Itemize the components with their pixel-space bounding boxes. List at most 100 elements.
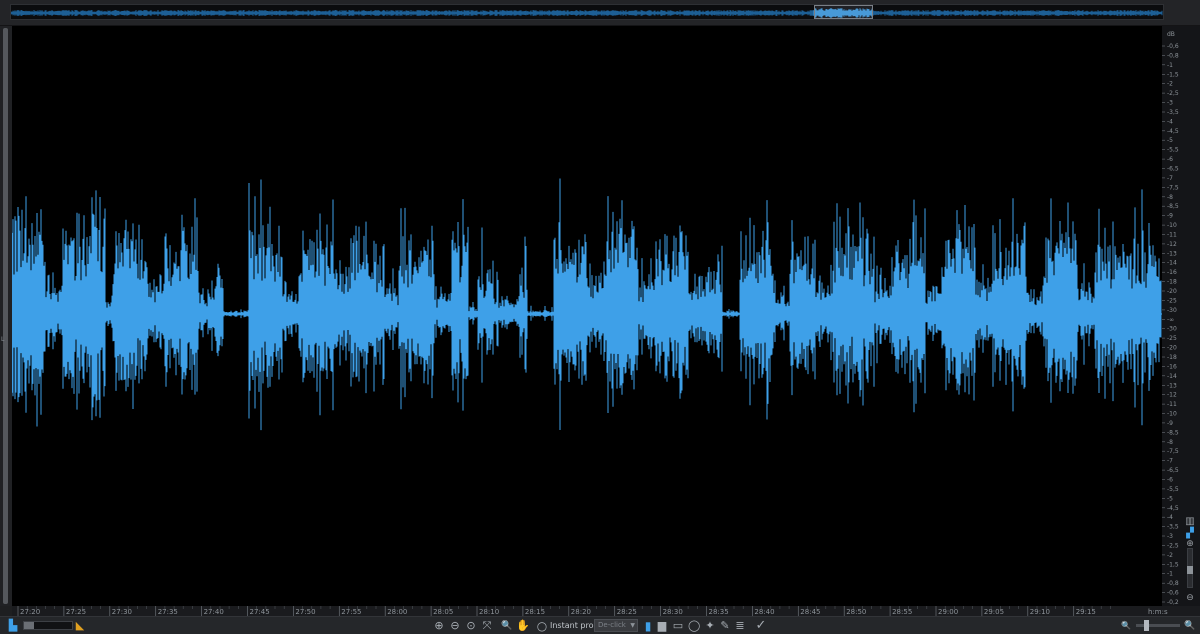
vertical-zoom-thumb[interactable] [1187,565,1193,574]
db-tick-label: -4 [1167,118,1173,125]
overview-waveform-path [10,10,1163,16]
db-tick-label: -13 [1167,382,1177,389]
instant-process-toggle-icon[interactable]: ○ [536,619,548,633]
time-tick-label: 28:20 [571,608,591,616]
vertical-zoom-slider[interactable] [1187,548,1193,588]
magic-wand-icon[interactable]: ✦ [704,619,716,633]
db-tick-label: -8 [1167,194,1173,201]
time-frequency-select-icon[interactable]: ▮ [643,619,653,633]
zoom-out-vertical-icon[interactable]: ⊖ [1183,592,1197,604]
time-tick-label: 28:35 [709,608,729,616]
brush-select-icon[interactable]: ✎ [719,619,731,633]
db-tick-label: -14 [1167,373,1177,380]
db-tick-label: -30 [1167,326,1177,333]
db-tick-label: -9 [1167,213,1173,220]
zoom-fit-icon[interactable]: ⤧ [480,619,494,633]
db-tick-label: -2,5 [1167,543,1179,550]
db-tick-label: -2 [1167,552,1173,559]
chevron-down-icon: ▼ [630,622,635,629]
horizontal-zoom-thumb[interactable] [1143,620,1149,631]
magnifier-tool-icon[interactable]: 🔍 [500,619,514,633]
time-tick-label: 27:30 [112,608,132,616]
db-tick-label: -7,5 [1167,184,1179,191]
time-ruler[interactable]: h:m:s 27:20 27:25 27:30 27:35 27:40 27:45 27:5… [12,606,1200,616]
db-tick-label: -0,8 [1167,52,1179,59]
db-tick-label: -30 [1167,307,1177,314]
time-tick-label: 28:55 [892,608,912,616]
db-tick-label: -25 [1167,335,1177,342]
db-tick-label: -20 [1167,288,1177,295]
db-tick-label: -18 [1167,354,1177,361]
apply-check-icon[interactable]: ✓ [754,619,768,633]
left-gutter: L [0,26,12,606]
db-tick-label: -20 [1167,345,1177,352]
horizontal-zoom-track[interactable] [23,621,73,630]
waveform-view[interactable] [12,26,1162,606]
db-tick-label: -4,5 [1167,505,1179,512]
bottom-toolbar: ▙ ◣ ⊕ ⊖ ⊙ ⤧ 🔍 ✋ ○ Instant process De-cli… [0,616,1200,634]
time-tick-label: 29:15 [1076,608,1096,616]
time-tick-label: 27:35 [158,608,178,616]
db-tick-label: -13 [1167,250,1177,257]
time-tick-label: 27:55 [341,608,361,616]
db-unit-label: dB [1167,31,1175,38]
instant-process-mode-select[interactable]: De-click ▼ [594,619,638,632]
db-tick-label: -12 [1167,241,1177,248]
time-tick-label: 27:40 [204,608,224,616]
db-tick-label: -18 [1167,279,1177,286]
lasso-select-icon[interactable]: ◯ [688,619,700,633]
zoom-selection-icon[interactable]: ⊙ [464,619,478,633]
time-tick-label: 27:45 [250,608,270,616]
time-unit-label: h:m:s [1148,608,1168,616]
overview-visible-range[interactable] [813,5,873,19]
overview-track[interactable] [10,4,1164,20]
db-tick-label: -7 [1167,175,1173,182]
db-tick-label: -1 [1167,571,1173,578]
vertical-scrollbar[interactable] [3,28,8,604]
db-tick-label: -6,5 [1167,166,1179,173]
overview-waveform-bar[interactable] [0,0,1200,26]
db-tick-label: -11 [1167,232,1177,239]
db-tick-label: -5,5 [1167,147,1179,154]
time-tick-label: 27:20 [20,608,40,616]
db-tick-label: -3 [1167,100,1173,107]
time-tick-label: 28:15 [525,608,545,616]
time-tick-label: 28:25 [617,608,637,616]
rectangle-select-icon[interactable]: ▆ [656,619,668,633]
time-tick-label: 27:50 [295,608,315,616]
time-tick-label: 28:10 [479,608,499,616]
time-tick-label: 28:00 [387,608,407,616]
horizontal-zoom-fill [24,622,34,629]
db-tick-label: -11 [1167,401,1177,408]
zoom-in-horizontal-icon[interactable]: 🔍 [1184,619,1196,633]
db-tick-label: -2,5 [1167,90,1179,97]
zoom-in-icon[interactable]: ⊕ [432,619,446,633]
instant-process-mode-value: De-click [598,621,626,629]
db-tick-label: -25 [1167,297,1177,304]
db-tick-label: -0,8 [1167,580,1179,587]
time-tick-label: 28:50 [846,608,866,616]
db-tick-label: -4 [1167,514,1173,521]
spectrogram-toggle-icon[interactable]: ▙ [5,619,21,633]
horizontal-zoom-slider[interactable] [1136,620,1180,631]
db-tick-label: -∞ [1167,316,1174,323]
time-tick-label: 29:00 [938,608,958,616]
zoom-out-horizontal-icon[interactable]: 🔍 [1120,619,1132,633]
db-tick-label: -6 [1167,156,1173,163]
time-select-icon[interactable]: ▭ [672,619,684,633]
waveform-canvas[interactable] [12,26,1162,606]
db-tick-label: -6 [1167,477,1173,484]
zoom-out-icon[interactable]: ⊖ [448,619,462,633]
frequency-select-icon[interactable]: ≣ [734,619,746,633]
db-tick-label: -3 [1167,533,1173,540]
db-tick-label: -9 [1167,420,1173,427]
db-tick-label: -14 [1167,260,1177,267]
waveform-view-icon[interactable]: ▥ [1183,516,1197,528]
hand-tool-icon[interactable]: ✋ [516,619,530,633]
db-tick-label: -4,5 [1167,128,1179,135]
spectrogram-contrast-icon[interactable]: ◣ [74,619,86,633]
db-tick-label: -2 [1167,81,1173,88]
db-tick-label: -10 [1167,222,1177,229]
waveform-path [12,178,1162,431]
db-tick-label: -3,5 [1167,524,1179,531]
